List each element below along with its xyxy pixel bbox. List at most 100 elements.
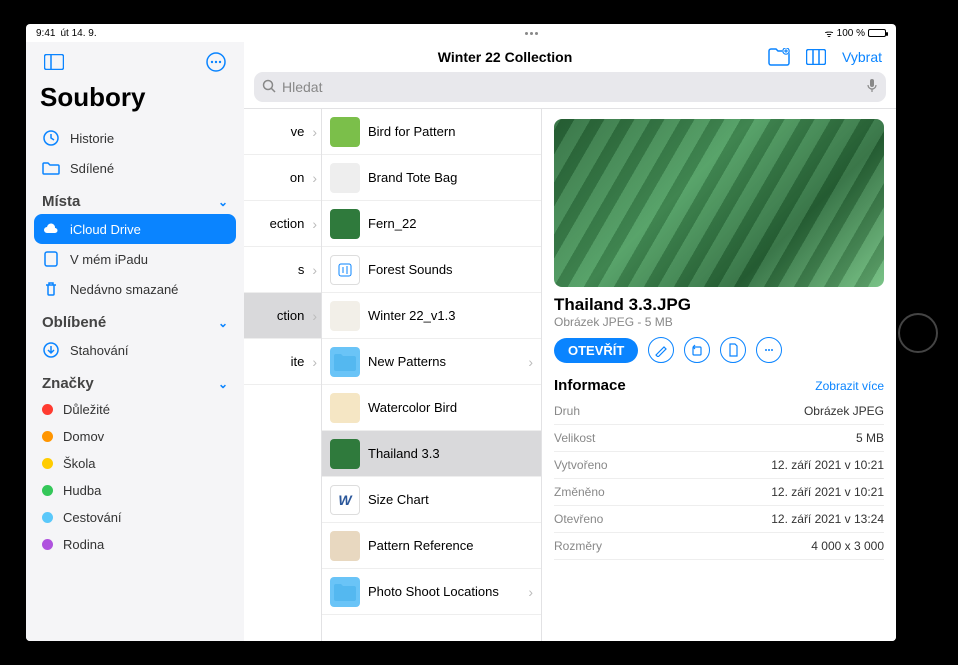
column-row[interactable]: ve›: [244, 109, 321, 155]
image-thumbnail: [330, 163, 360, 193]
dictate-icon[interactable]: [866, 78, 878, 97]
sidebar-item-shared-folder[interactable]: Sdílené: [34, 153, 236, 183]
select-button[interactable]: Vybrat: [838, 45, 886, 69]
info-value: 12. září 2021 v 13:24: [771, 512, 884, 526]
chevron-right-icon: ›: [312, 308, 317, 324]
file-row[interactable]: Forest Sounds: [322, 247, 541, 293]
image-thumbnail: [330, 301, 360, 331]
sidebar-item[interactable]: iCloud Drive: [34, 214, 236, 244]
sidebar-item[interactable]: Nedávno smazané: [34, 274, 236, 304]
file-name: Watercolor Bird: [368, 400, 533, 415]
show-more-link[interactable]: Zobrazit více: [815, 379, 884, 393]
trash-icon: [42, 280, 60, 298]
file-row[interactable]: New Patterns ›: [322, 339, 541, 385]
sidebar-item-label: Hudba: [63, 483, 101, 498]
row-label: on: [252, 170, 304, 185]
open-button[interactable]: OTEVŘÍT: [554, 338, 638, 363]
sidebar-item[interactable]: Důležité: [34, 396, 236, 423]
column-files: Bird for Pattern Brand Tote Bag Fern_22 For…: [322, 109, 542, 641]
toolbar: Winter 22 Collection Vybrat: [244, 42, 896, 72]
info-row: Změněno 12. září 2021 v 10:21: [554, 479, 884, 506]
file-name: Pattern Reference: [368, 538, 533, 553]
sidebar-item-label: Nedávno smazané: [70, 282, 178, 297]
file-preview-image[interactable]: [554, 119, 884, 287]
info-row: Druh Obrázek JPEG: [554, 398, 884, 425]
image-thumbnail: [330, 439, 360, 469]
folder-icon: [330, 347, 360, 377]
sidebar-item[interactable]: Rodina: [34, 531, 236, 558]
chevron-down-icon: ⌄: [218, 195, 228, 209]
sidebar: Soubory HistorieSdílené Místa⌄iCloud Dri…: [26, 42, 244, 641]
sidebar-item[interactable]: Stahování: [34, 335, 236, 365]
chevron-right-icon: ›: [312, 262, 317, 278]
file-name: New Patterns: [368, 354, 520, 369]
column-row[interactable]: ection›: [244, 201, 321, 247]
sidebar-section-header[interactable]: Značky⌄: [34, 365, 236, 396]
sidebar-item-label: Stahování: [70, 343, 129, 358]
column-row[interactable]: on›: [244, 155, 321, 201]
info-value: 12. září 2021 v 10:21: [771, 485, 884, 499]
chevron-right-icon: ›: [528, 354, 533, 370]
sidebar-more-button[interactable]: [202, 48, 230, 76]
new-folder-button[interactable]: [764, 44, 794, 70]
tag-color-dot: [42, 458, 53, 469]
file-name: Photo Shoot Locations: [368, 584, 520, 599]
tag-color-dot: [42, 485, 53, 496]
toggle-sidebar-button[interactable]: [40, 50, 68, 74]
sidebar-item-label: Domov: [63, 429, 104, 444]
home-button[interactable]: [898, 313, 938, 353]
row-label: ve: [252, 124, 304, 139]
sidebar-item-clock[interactable]: Historie: [34, 123, 236, 153]
file-row[interactable]: Watercolor Bird: [322, 385, 541, 431]
folder-icon: [330, 577, 360, 607]
file-row[interactable]: Fern_22: [322, 201, 541, 247]
view-mode-button[interactable]: [802, 45, 830, 69]
info-row: Rozměry4 000 x 3 000: [554, 533, 884, 560]
column-row[interactable]: s›: [244, 247, 321, 293]
ipad-icon: [42, 250, 60, 268]
info-key: Velikost: [554, 431, 595, 445]
main-area: Winter 22 Collection Vybrat Hledat: [244, 42, 896, 641]
file-row[interactable]: Brand Tote Bag: [322, 155, 541, 201]
markup-button[interactable]: [648, 337, 674, 363]
chevron-right-icon: ›: [528, 584, 533, 600]
sidebar-item-label: Důležité: [63, 402, 110, 417]
multitask-indicator[interactable]: [525, 32, 538, 35]
file-row[interactable]: Pattern Reference: [322, 523, 541, 569]
sidebar-item[interactable]: Domov: [34, 423, 236, 450]
info-key: Druh: [554, 404, 580, 418]
search-field[interactable]: Hledat: [254, 72, 886, 102]
sidebar-section-header[interactable]: Místa⌄: [34, 183, 236, 214]
file-name: Brand Tote Bag: [368, 170, 533, 185]
sidebar-item-label: V mém iPadu: [70, 252, 148, 267]
sidebar-item-label: Škola: [63, 456, 96, 471]
rotate-button[interactable]: [684, 337, 710, 363]
detail-subtitle: Obrázek JPEG - 5 MB: [554, 315, 884, 329]
column-row[interactable]: ction ›: [244, 293, 321, 339]
sidebar-item-label: Sdílené: [70, 161, 114, 176]
column-row[interactable]: ite›: [244, 339, 321, 385]
row-label: ction: [252, 308, 304, 323]
info-key: Změněno: [554, 485, 605, 499]
sidebar-item[interactable]: Škola: [34, 450, 236, 477]
file-row[interactable]: Thailand 3.3: [322, 431, 541, 477]
sidebar-item[interactable]: V mém iPadu: [34, 244, 236, 274]
sidebar-item[interactable]: Hudba: [34, 477, 236, 504]
sidebar-item[interactable]: Cestování: [34, 504, 236, 531]
file-name: Forest Sounds: [368, 262, 533, 277]
info-value: Obrázek JPEG: [804, 404, 884, 418]
status-date: út 14. 9.: [60, 28, 96, 39]
download-icon: [42, 341, 60, 359]
column-parent: ve›on›ection›s›ction›ite›: [244, 109, 322, 641]
cloud-icon: [42, 220, 60, 238]
file-row[interactable]: WSize Chart: [322, 477, 541, 523]
battery-icon: [868, 29, 886, 37]
sidebar-section-header[interactable]: Oblíbené⌄: [34, 304, 236, 335]
more-actions-button[interactable]: [756, 337, 782, 363]
convert-button[interactable]: [720, 337, 746, 363]
file-row[interactable]: Bird for Pattern: [322, 109, 541, 155]
file-name: Fern_22: [368, 216, 533, 231]
detail-title: Thailand 3.3.JPG: [554, 295, 884, 315]
file-row[interactable]: Winter 22_v1.3: [322, 293, 541, 339]
file-row[interactable]: Photo Shoot Locations ›: [322, 569, 541, 615]
